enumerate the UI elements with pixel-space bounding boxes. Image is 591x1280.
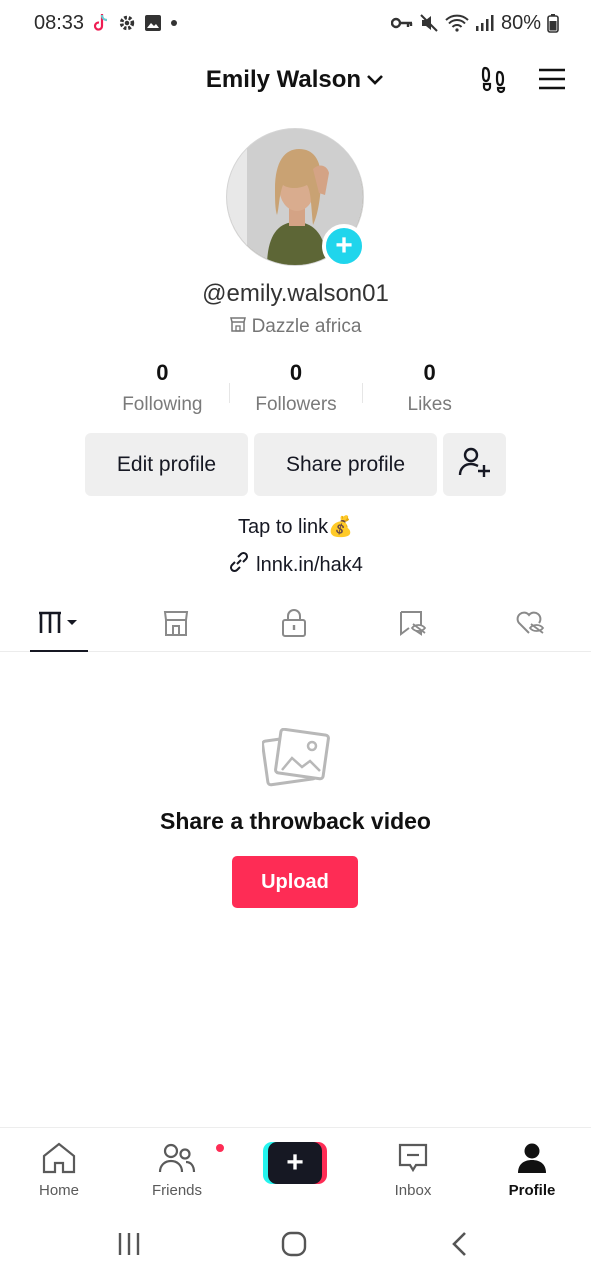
- grid-bars-dropdown-icon: [37, 609, 81, 642]
- chevron-down-icon: [365, 66, 385, 94]
- share-profile-button[interactable]: Share profile: [254, 433, 437, 496]
- shop-store-icon: [162, 609, 190, 642]
- settings-gear-icon: [118, 14, 136, 32]
- upload-button[interactable]: Upload: [232, 856, 358, 908]
- link-url: lnnk.in/hak4: [256, 553, 363, 576]
- friends-icon: [158, 1142, 226, 1178]
- stat-likes[interactable]: 0 Likes: [363, 360, 496, 416]
- nav-friends-label: Friends: [151, 1182, 203, 1199]
- nav-home[interactable]: Home: [9, 1142, 109, 1199]
- status-left: 08:33: [34, 12, 178, 35]
- profile-header: Emily Walson: [0, 56, 591, 106]
- profile-actions: Edit profile Share profile: [85, 433, 506, 496]
- home-circle-icon[interactable]: [281, 1231, 307, 1262]
- gallery-image-icon: [144, 14, 162, 32]
- photo-gallery-icon: [261, 727, 330, 793]
- following-label: Following: [122, 394, 203, 415]
- header-actions: [479, 64, 567, 99]
- followers-label: Followers: [255, 394, 337, 415]
- battery-charging-icon: [547, 13, 559, 33]
- notification-dot: [214, 1142, 226, 1154]
- likes-count: 0: [423, 360, 436, 385]
- stat-followers[interactable]: 0 Followers: [230, 360, 363, 416]
- home-icon: [41, 1142, 77, 1178]
- bookmark-hidden-icon: [398, 609, 428, 642]
- username: @emily.walson01: [202, 280, 389, 307]
- bio-link[interactable]: lnnk.in/hak4: [0, 551, 591, 579]
- nav-profile[interactable]: Profile: [482, 1142, 582, 1199]
- tab-shop[interactable]: [141, 598, 211, 652]
- create-post-button[interactable]: +: [263, 1142, 327, 1184]
- mute-icon: [419, 13, 439, 33]
- status-bar: 08:33 80%: [0, 0, 591, 46]
- signal-icon: [475, 14, 495, 32]
- following-count: 0: [156, 360, 169, 385]
- wifi-icon: [445, 14, 469, 32]
- add-friend-button[interactable]: [443, 433, 506, 496]
- add-user-icon: [458, 445, 492, 485]
- account-name: Emily Walson: [205, 66, 362, 93]
- tab-private[interactable]: [259, 598, 329, 652]
- nav-friends[interactable]: Friends: [127, 1142, 227, 1199]
- link-chain-icon: [228, 551, 250, 579]
- profile-stats: 0 Following 0 Followers 0 Likes: [96, 360, 496, 416]
- nav-home-label: Home: [38, 1182, 79, 1199]
- tab-favorites[interactable]: [378, 598, 448, 652]
- active-tab-indicator: [30, 650, 88, 652]
- vpn-key-icon: [390, 16, 413, 30]
- stat-following[interactable]: 0 Following: [96, 360, 229, 416]
- status-right: 80%: [390, 11, 559, 35]
- bio-text: Tap to link💰: [238, 516, 353, 538]
- nav-inbox-label: Inbox: [394, 1182, 432, 1199]
- avatar-container[interactable]: +: [226, 128, 366, 268]
- recent-apps-icon[interactable]: [117, 1231, 141, 1262]
- content-tabs: [0, 598, 591, 652]
- status-time: 08:33: [34, 11, 85, 34]
- add-avatar-plus-icon[interactable]: +: [322, 224, 366, 268]
- footprints-icon[interactable]: [479, 64, 509, 99]
- shop-link[interactable]: Dazzle africa: [0, 316, 591, 338]
- tab-liked[interactable]: [496, 598, 566, 652]
- tiktok-notification-icon: [92, 13, 110, 33]
- nav-inbox[interactable]: Inbox: [363, 1142, 463, 1199]
- nav-profile-label: Profile: [508, 1182, 556, 1199]
- system-navigation-bar: [0, 1207, 591, 1280]
- heart-hidden-icon: [516, 609, 546, 642]
- lock-icon: [281, 608, 307, 642]
- tab-videos[interactable]: [24, 598, 94, 652]
- battery-percent: 80%: [500, 11, 541, 34]
- shop-store-icon: [229, 316, 246, 338]
- back-chevron-icon[interactable]: [450, 1231, 470, 1262]
- shop-name: Dazzle africa: [251, 316, 362, 337]
- menu-hamburger-icon[interactable]: [537, 67, 567, 96]
- empty-state-title: Share a throwback video: [160, 808, 431, 834]
- profile-person-icon: [517, 1142, 547, 1178]
- likes-label: Likes: [407, 394, 452, 415]
- inbox-message-icon: [397, 1142, 429, 1178]
- followers-count: 0: [289, 360, 303, 385]
- edit-profile-button[interactable]: Edit profile: [85, 433, 248, 496]
- more-notifications-dot-icon: [170, 19, 178, 27]
- bottom-navigation: Home Friends + Inbox Profile: [0, 1127, 591, 1207]
- plus-icon: +: [268, 1142, 322, 1184]
